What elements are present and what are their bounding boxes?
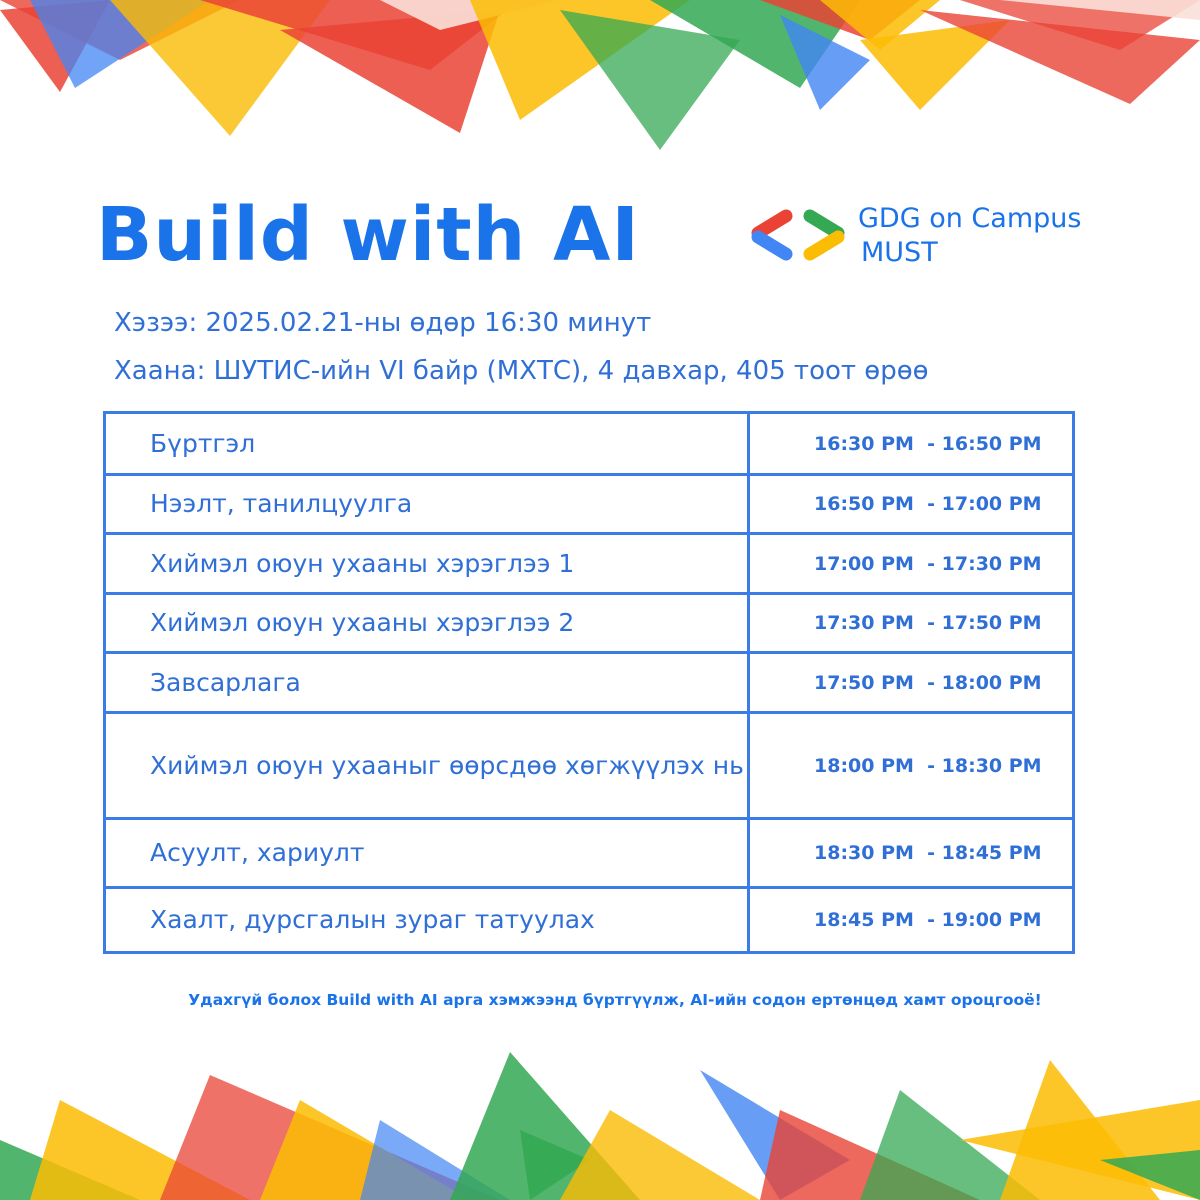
schedule-time: 18:30 PM - 18:45 PM <box>747 817 1075 889</box>
schedule-activity: Хиймэл оюун ухааныг өөрсдөө хөгжүүлэх нь <box>103 711 750 820</box>
schedule-time: 18:00 PM - 18:30 PM <box>747 711 1075 820</box>
schedule-row: Завсарлага 17:50 PM - 18:00 PM <box>103 651 1075 714</box>
event-date-time: Хэзээ: 2025.02.21-ны өдөр 16:30 минут <box>114 308 652 338</box>
registration-callout: Удахгүй болох Build with AI арга хэмжээн… <box>188 991 1042 1009</box>
schedule-row: Бүртгэл 16:30 PM - 16:50 PM <box>103 411 1075 476</box>
schedule-time: 18:45 PM - 19:00 PM <box>747 886 1075 954</box>
schedule-time: 17:00 PM - 17:30 PM <box>747 532 1075 595</box>
schedule-activity: Асуулт, хариулт <box>103 817 750 889</box>
schedule-row: Хиймэл оюун ухааныг өөрсдөө хөгжүүлэх нь… <box>103 711 1075 820</box>
schedule-activity: Нээлт, танилцуулга <box>103 473 750 535</box>
top-confetti-decoration <box>0 0 1200 150</box>
schedule-row: Асуулт, хариулт 18:30 PM - 18:45 PM <box>103 817 1075 889</box>
schedule-row: Хаалт, дурсгалын зураг татуулах 18:45 PM… <box>103 886 1075 954</box>
event-location: Хаана: ШУТИС-ийн VI байр (МХТС), 4 давха… <box>114 356 929 386</box>
schedule-row: Нээлт, танилцуулга 16:50 PM - 17:00 PM <box>103 473 1075 535</box>
schedule-time: 16:30 PM - 16:50 PM <box>747 411 1075 476</box>
schedule-activity: Хиймэл оюун ухааны хэрэглээ 2 <box>103 592 750 654</box>
schedule-row: Хиймэл оюун ухааны хэрэглээ 1 17:00 PM -… <box>103 532 1075 595</box>
schedule-activity: Хаалт, дурсгалын зураг татуулах <box>103 886 750 954</box>
schedule-row: Хиймэл оюун ухааны хэрэглээ 2 17:30 PM -… <box>103 592 1075 654</box>
logo-line-1: GDG on Campus <box>858 203 1082 234</box>
schedule-time: 17:50 PM - 18:00 PM <box>747 651 1075 714</box>
logo-line-2: MUST <box>861 237 938 268</box>
schedule-time: 17:30 PM - 17:50 PM <box>747 592 1075 654</box>
gdg-brackets-icon <box>751 209 845 261</box>
event-title: Build with AI <box>96 192 640 278</box>
gdg-logo-text: GDG on Campus MUST <box>858 202 1081 270</box>
schedule-activity: Хиймэл оюун ухааны хэрэглээ 1 <box>103 532 750 595</box>
poster: Build with AI GDG on Campus MUST Хэзээ: … <box>0 0 1200 1200</box>
schedule-activity: Бүртгэл <box>103 411 750 476</box>
bottom-confetti-decoration <box>0 1052 1200 1200</box>
schedule-table: Бүртгэл 16:30 PM - 16:50 PM Нээлт, танил… <box>103 411 1075 954</box>
schedule-time: 16:50 PM - 17:00 PM <box>747 473 1075 535</box>
schedule-activity: Завсарлага <box>103 651 750 714</box>
